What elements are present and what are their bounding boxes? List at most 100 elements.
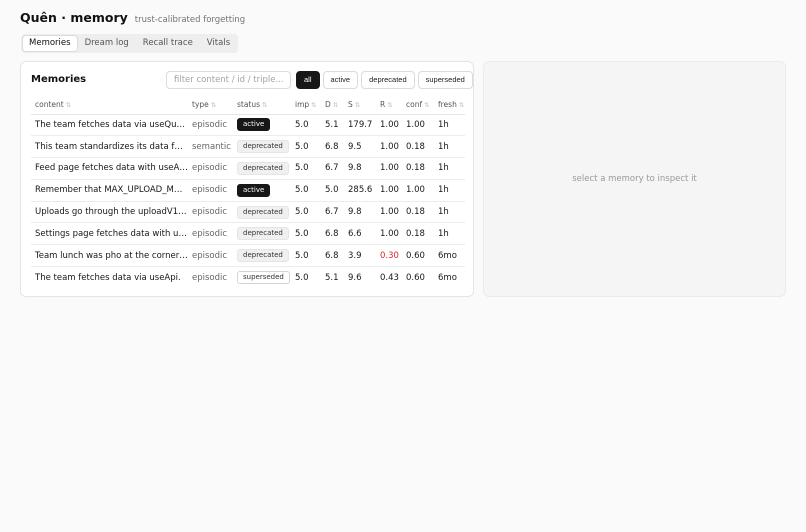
cell-d: 5.1 (321, 114, 344, 137)
cell-r: 1.00 (376, 114, 402, 137)
table-body: The team fetches data via useQuery. episo… (31, 114, 465, 288)
cell-type: episodic (188, 244, 233, 268)
table-row[interactable]: The team fetches data via useApi. episodi… (31, 267, 465, 289)
filter-input[interactable] (166, 71, 291, 89)
cell-s: 9.6 (348, 272, 362, 283)
cell-status: superseded (233, 267, 291, 289)
cell-status: deprecated (233, 244, 291, 268)
memories-panel: Memories all active deprecated supersede… (20, 61, 474, 297)
cell-d: 6.8 (321, 244, 344, 268)
table-row[interactable]: This team standardizes its data fetching… (31, 135, 465, 159)
cell-conf: 0.18 (402, 135, 434, 159)
cell-type: semantic (188, 135, 233, 159)
cell-imp: 5.0 (291, 114, 321, 137)
cell-fresh: 6mo (438, 272, 457, 283)
column-header-d[interactable]: D ⇅ (321, 96, 344, 115)
tab-memories[interactable]: Memories (23, 36, 77, 51)
cell-content: The team fetches data via useQuery. (31, 114, 188, 137)
cell-status: active (233, 114, 291, 137)
cell-s: 3.9 (344, 244, 376, 268)
sort-icon: ⇅ (262, 101, 268, 110)
cell-type: episodic (188, 157, 233, 180)
tab-recall-trace[interactable]: Recall trace (137, 36, 199, 51)
sort-icon: ⇅ (311, 101, 317, 110)
column-header-s[interactable]: S ⇅ (344, 96, 376, 115)
cell-fresh: 1h (434, 222, 465, 246)
cell-s: 6.6 (344, 222, 376, 246)
status-badge: deprecated (237, 140, 289, 154)
table-row[interactable]: Uploads go through the uploadV1 helperep… (31, 201, 465, 224)
cell-s: 9.5 (344, 135, 376, 159)
cell-d: 6.8 (321, 135, 344, 159)
filter-deprecated-button[interactable]: deprecated (361, 71, 415, 89)
cell-status: deprecated (233, 201, 291, 224)
cell-fresh: 1h (434, 135, 465, 159)
cell-d: 6.7 (321, 201, 344, 224)
cell-fresh: 1h (434, 201, 465, 224)
column-header-label: S (348, 100, 353, 110)
cell-r: 1.00 (376, 222, 402, 246)
cell-content: Remember that MAX_UPLOAD_MB s... (31, 179, 188, 202)
filter-superseded-button[interactable]: superseded (417, 71, 473, 89)
column-header-label: fresh (438, 100, 457, 110)
memory-inspector: select a memory to inspect it (483, 61, 786, 297)
column-header-label: D (325, 100, 331, 110)
table-row[interactable]: Remember that MAX_UPLOAD_MB s... episodic… (31, 179, 465, 202)
status-badge: deprecated (237, 249, 289, 263)
tab-vitals[interactable]: Vitals (201, 36, 236, 51)
sort-icon: ⇅ (332, 101, 339, 110)
cell-s: 9.8 (344, 157, 376, 180)
cell-content: Team lunch was pho at the corner shop. (31, 244, 188, 268)
column-header-type[interactable]: type ⇅ (188, 96, 233, 115)
status-filter-group: all active deprecated superseded (296, 71, 473, 89)
cell-imp: 5.0 (291, 135, 321, 159)
cell-content: The team fetches data via useApi. (35, 272, 181, 283)
table-row[interactable]: Settings page fetches data with useApi. e… (31, 222, 465, 246)
column-header-conf[interactable]: conf ⇅ (402, 96, 434, 115)
sort-icon: ⇅ (424, 101, 430, 110)
cell-status: deprecated (233, 157, 291, 180)
cell-s: 285.6 (344, 179, 376, 202)
cell-fresh: 1h (434, 179, 465, 202)
status-badge: deprecated (237, 161, 289, 175)
sort-icon: ⇅ (65, 101, 72, 110)
column-header-status[interactable]: status ⇅ (233, 96, 291, 115)
inspector-empty-state: select a memory to inspect it (572, 174, 697, 184)
column-header-label: content (35, 100, 64, 110)
table-row[interactable]: Feed page fetches data with useApi. episo… (31, 157, 465, 180)
cell-type: episodic (188, 114, 233, 137)
column-header-fresh[interactable]: fresh ⇅ (434, 96, 465, 115)
app-header: Quên · memory trust-calibrated forgettin… (20, 10, 245, 25)
cell-r: 1.00 (376, 135, 402, 159)
tab-dream-log[interactable]: Dream log (79, 36, 135, 51)
cell-content: Uploads go through the uploadV1 helper (31, 201, 188, 224)
table-header: content ⇅ type ⇅ status ⇅ imp ⇅ D ⇅ S ⇅ R ⇅ conf ⇅ fresh… (31, 96, 465, 115)
column-header-label: imp (295, 100, 310, 110)
cell-r: 1.00 (376, 201, 402, 224)
column-header-label: R (380, 100, 386, 110)
column-header-label: status (237, 100, 261, 110)
cell-fresh: 1h (434, 114, 465, 137)
cell-conf: 0.60 (402, 244, 434, 268)
tab-bar: Memories Dream log Recall trace Vitals (21, 34, 239, 53)
cell-content: Settings page fetches data with useApi. (31, 222, 188, 246)
cell-conf: 1.00 (402, 179, 434, 202)
column-header-content[interactable]: content ⇅ (31, 96, 188, 115)
filter-active-button[interactable]: active (322, 71, 359, 89)
status-badge: deprecated (237, 227, 289, 241)
header-row: content ⇅ type ⇅ status ⇅ imp ⇅ D ⇅ S ⇅ R ⇅ conf ⇅ fresh… (31, 96, 465, 115)
cell-conf: 0.18 (402, 201, 434, 224)
app-title: Quên · memory (20, 10, 128, 25)
sort-icon: ⇅ (354, 101, 361, 110)
cell-s: 9.8 (344, 201, 376, 224)
table-row[interactable]: Team lunch was pho at the corner shop.ep… (31, 244, 465, 268)
cell-imp: 5.0 (291, 179, 321, 202)
table-row[interactable]: The team fetches data via useQuery. episo… (31, 114, 465, 137)
cell-status: active (233, 179, 291, 202)
cell-fresh: 6mo (434, 244, 465, 268)
cell-conf: 0.60 (406, 272, 425, 283)
column-header-r[interactable]: R ⇅ (376, 96, 402, 115)
column-header-imp[interactable]: imp ⇅ (291, 96, 321, 115)
cell-status: deprecated (233, 222, 291, 246)
filter-all-button[interactable]: all (296, 71, 320, 89)
